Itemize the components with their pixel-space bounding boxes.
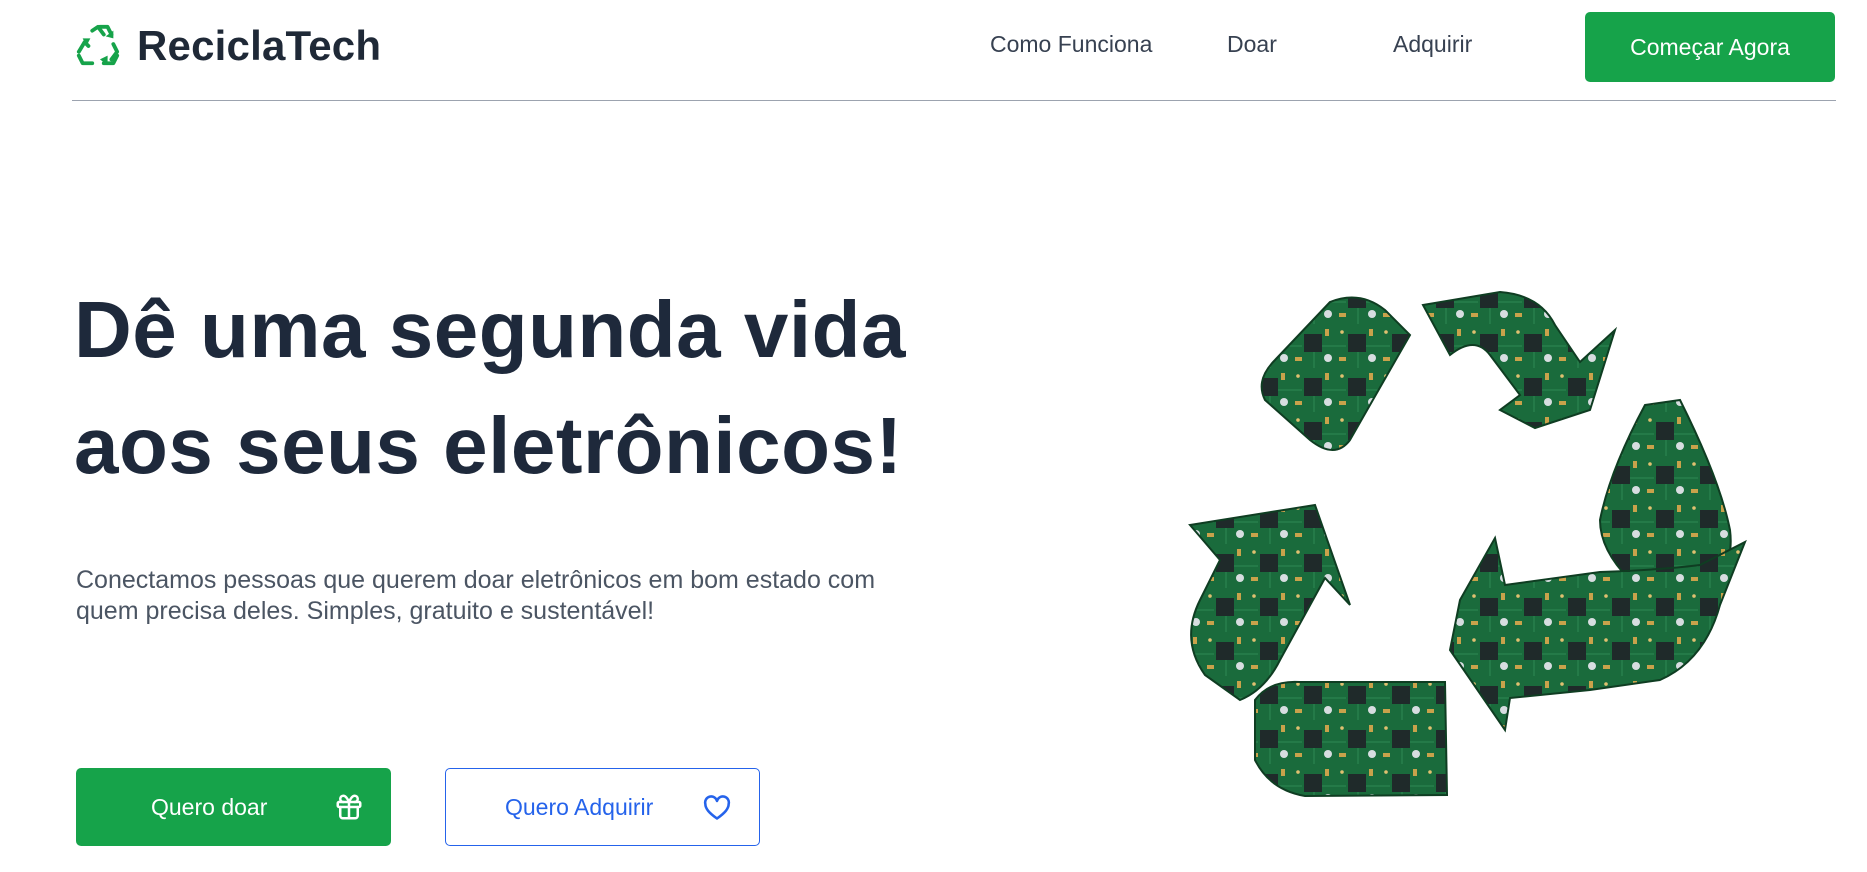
- brand-name: ReciclaTech: [137, 22, 382, 69]
- hero-title: Dê uma segunda vida aos seus eletrônicos…: [74, 272, 906, 504]
- logo[interactable]: ReciclaTech: [75, 22, 381, 70]
- acquire-button[interactable]: Quero Adquirir: [445, 768, 760, 846]
- recycle-icon: [76, 24, 120, 66]
- gift-icon: [336, 794, 362, 820]
- start-now-button[interactable]: Começar Agora: [1585, 12, 1835, 82]
- donate-button[interactable]: Quero doar: [76, 768, 391, 846]
- site-header: ReciclaTech Como Funciona Doar Adquirir …: [72, 0, 1836, 101]
- hero-title-line-1: Dê uma segunda vida: [74, 285, 906, 374]
- hero-title-line-2: aos seus eletrônicos!: [74, 401, 903, 490]
- acquire-button-label: Quero Adquirir: [505, 793, 654, 820]
- heart-icon: [703, 795, 731, 820]
- donate-button-label: Quero doar: [151, 793, 268, 820]
- hero-subtitle: Conectamos pessoas que querem doar eletr…: [76, 566, 876, 625]
- nav-como-funciona[interactable]: Como Funciona: [990, 31, 1152, 58]
- nav-doar[interactable]: Doar: [1227, 31, 1277, 58]
- circuit-board-recycle-illustration: [1188, 290, 1747, 798]
- nav-adquirir[interactable]: Adquirir: [1393, 31, 1472, 58]
